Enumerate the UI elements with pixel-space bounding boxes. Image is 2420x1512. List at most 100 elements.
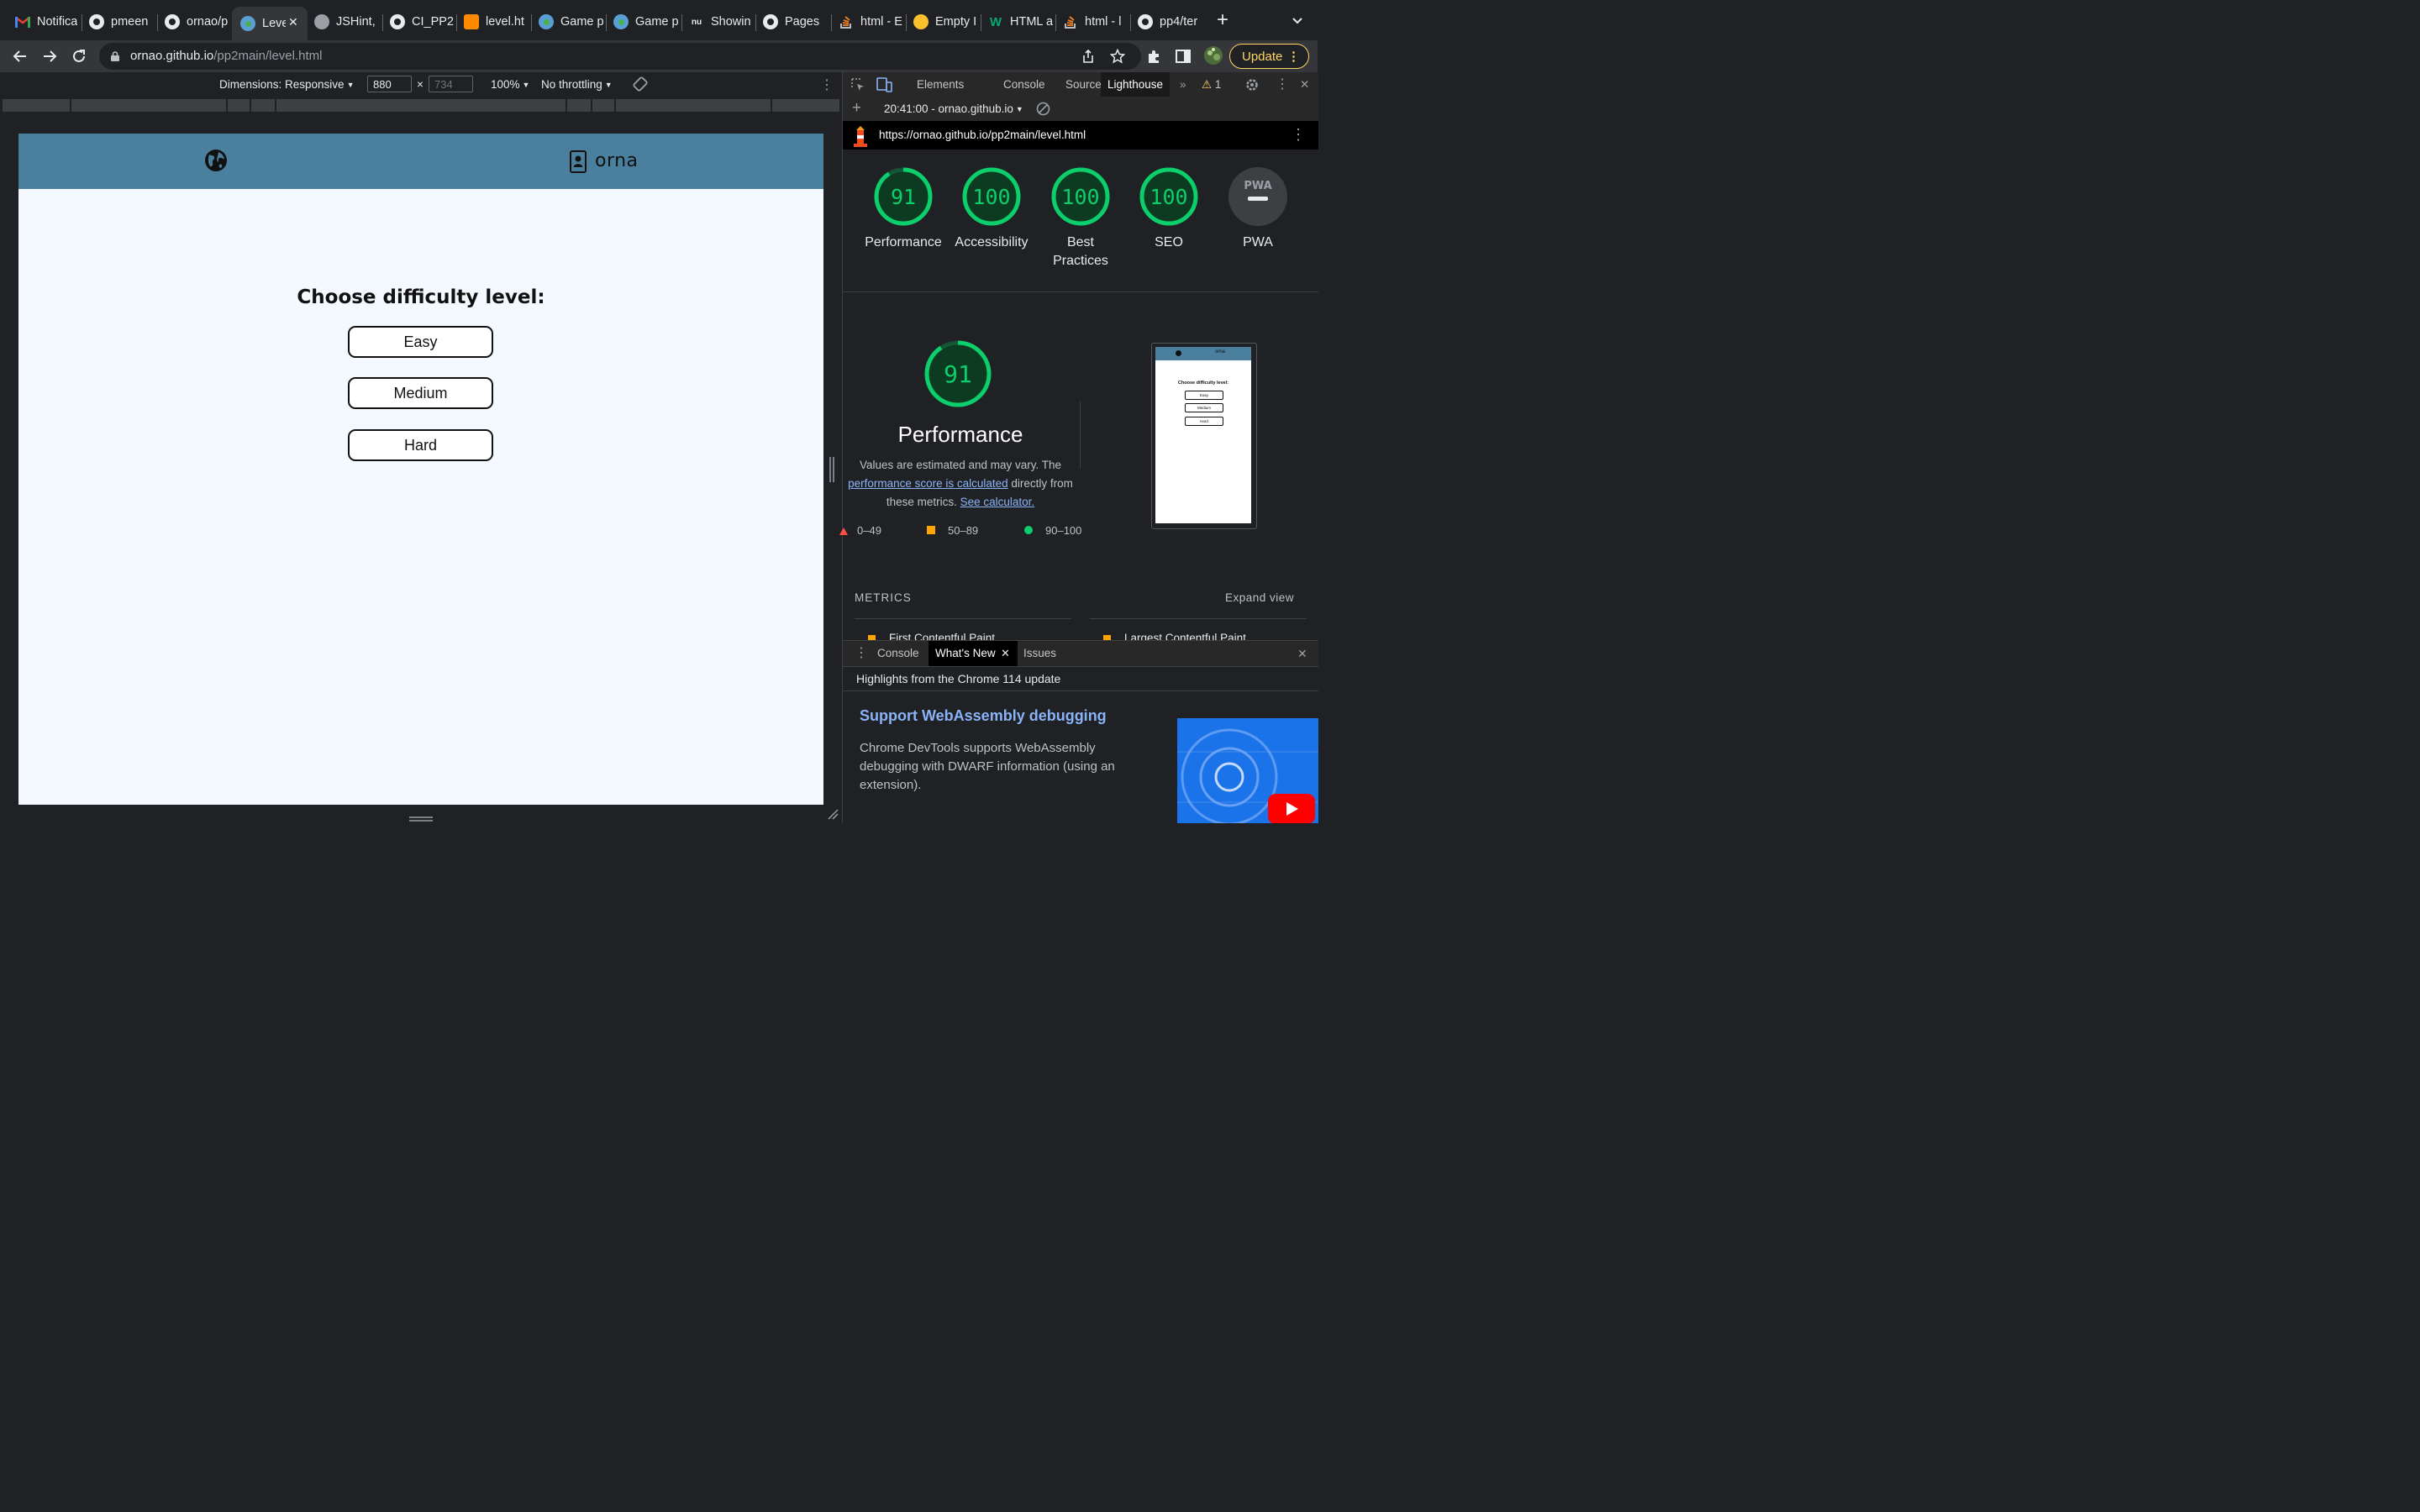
browser-tab[interactable]: Notifica — [0, 6, 81, 38]
drawer-tab-console[interactable]: Console — [871, 641, 926, 666]
score-ring-100: 100 — [962, 167, 1021, 226]
media-query-ruler — [0, 97, 842, 114]
site-brand[interactable]: orna — [595, 150, 639, 171]
close-icon[interactable]: ✕ — [1001, 647, 1010, 660]
site-header: orna — [18, 134, 823, 189]
browser-tab[interactable]: nu Showin — [674, 6, 755, 38]
address-bar[interactable]: ornao.github.io/pp2main/level.html — [99, 43, 1141, 70]
share-icon[interactable] — [1081, 49, 1096, 64]
side-panel-icon[interactable] — [1176, 49, 1191, 64]
dimensions-select[interactable]: Dimensions: Responsive ▼ — [219, 78, 355, 91]
calculator-link[interactable]: See calculator. — [960, 496, 1035, 508]
score-calc-link[interactable]: performance score is calculated — [848, 477, 1008, 490]
tab-elements[interactable]: Elements — [910, 72, 971, 97]
close-icon[interactable]: ✕ — [1297, 647, 1307, 661]
new-tab-button[interactable]: + — [1217, 10, 1228, 30]
more-vert-icon[interactable]: ⋮ — [820, 76, 834, 93]
emoji-icon — [913, 14, 929, 29]
page-screenshot-thumbnail[interactable]: orna Choose difficulty level: Easy Mediu… — [1151, 343, 1257, 529]
browser-tab[interactable]: Pages — [748, 6, 829, 38]
chevron-down-icon[interactable] — [1292, 15, 1303, 27]
score-ring-100: 100 — [1139, 167, 1198, 226]
url-text: ornao.github.io/pp2main/level.html — [130, 49, 323, 63]
add-icon[interactable]: + — [852, 99, 861, 118]
gauge-best-practices[interactable]: 100 Best Practices — [1036, 166, 1125, 270]
youtube-play-icon[interactable] — [1268, 794, 1315, 823]
extensions-icon[interactable] — [1147, 49, 1162, 64]
zoom-select[interactable]: 100% ▼ — [491, 78, 529, 91]
easy-button[interactable]: Easy — [348, 326, 493, 358]
gauge-accessibility[interactable]: 100 Accessibility — [947, 166, 1036, 252]
stackoverflow-icon — [839, 14, 854, 29]
drawer-tabbar: ⋮ Console What's New ✕ Issues ✕ — [843, 640, 1318, 667]
performance-summary: Performance Values are estimated and may… — [843, 417, 1078, 512]
inspect-icon[interactable] — [850, 77, 865, 92]
clear-icon[interactable] — [1036, 102, 1050, 118]
lock-icon[interactable] — [111, 50, 119, 61]
browser-tab[interactable]: html - E — [823, 6, 904, 38]
more-tabs-icon[interactable]: » — [1173, 72, 1193, 97]
gear-icon[interactable] — [1244, 77, 1260, 92]
more-vert-icon[interactable]: ⋮ — [1269, 72, 1296, 97]
warning-badge[interactable]: ⚠ 1 — [1195, 72, 1228, 97]
tab-console[interactable]: Console — [997, 72, 1052, 97]
github-icon — [1138, 14, 1153, 29]
browser-tab[interactable]: Game p — [523, 6, 604, 38]
report-url[interactable]: https://ornao.github.io/pp2main/level.ht… — [879, 129, 1086, 141]
throttling-select[interactable]: No throttling ▼ — [541, 78, 613, 91]
more-vert-icon: ⋮ — [1287, 50, 1300, 64]
page-title: Choose difficulty level: — [297, 286, 545, 308]
gauge-seo[interactable]: 100 SEO — [1124, 166, 1213, 252]
svg-text:100: 100 — [972, 185, 1010, 209]
globe-icon — [314, 14, 329, 29]
medium-button[interactable]: Medium — [348, 377, 493, 409]
rotate-icon[interactable] — [632, 76, 649, 95]
devtools-drawer: ⋮ Console What's New ✕ Issues ✕ Highligh… — [843, 640, 1318, 823]
globe-icon — [539, 14, 554, 29]
drawer-tab-issues[interactable]: Issues — [1017, 641, 1063, 666]
browser-tab[interactable]: W HTML a — [973, 6, 1054, 38]
resize-handle-icon[interactable] — [409, 811, 433, 822]
star-icon[interactable] — [1110, 49, 1125, 64]
back-icon[interactable] — [11, 47, 29, 66]
close-icon[interactable]: ✕ — [1293, 72, 1316, 97]
performance-title: Performance — [897, 422, 1023, 447]
github-icon — [89, 14, 104, 29]
report-select[interactable]: 20:41:00 - ornao.github.io ▼ — [884, 102, 1023, 115]
expand-view-link[interactable]: Expand view — [1225, 591, 1294, 604]
height-input[interactable]: 734 — [429, 76, 473, 92]
reload-icon[interactable] — [70, 47, 88, 66]
close-icon[interactable]: ✕ — [288, 15, 298, 29]
more-vert-icon[interactable]: ⋮ — [1291, 126, 1306, 144]
gmail-icon — [15, 14, 30, 29]
gauge-pwa[interactable]: PWA PWA — [1213, 166, 1302, 252]
news-video-thumbnail[interactable] — [1177, 718, 1318, 823]
browser-tab[interactable]: ornao/p — [150, 6, 230, 38]
resize-corner-icon[interactable] — [827, 808, 839, 820]
globe-icon[interactable] — [204, 149, 228, 172]
browser-tab[interactable]: pp4/ter — [1123, 6, 1203, 38]
contact-card-icon[interactable] — [570, 150, 587, 173]
browser-tab[interactable]: pmeen — [74, 6, 156, 38]
forward-icon[interactable] — [40, 47, 59, 66]
browser-tab[interactable]: Empty I — [898, 6, 979, 38]
tab-lighthouse[interactable]: Lighthouse — [1101, 72, 1171, 97]
hard-button[interactable]: Hard — [348, 429, 493, 461]
news-title-link[interactable]: Support WebAssembly debugging — [860, 707, 1107, 725]
split-handle-icon[interactable] — [829, 457, 835, 482]
width-input[interactable]: 880 — [367, 76, 412, 92]
gauge-performance[interactable]: 91 Performance — [859, 166, 948, 252]
github-icon — [165, 14, 180, 29]
browser-tab[interactable]: JSHint, — [299, 6, 381, 38]
update-button[interactable]: Update ⋮ — [1229, 44, 1309, 69]
browser-tab[interactable]: Game p — [598, 6, 679, 38]
pwa-badge-icon: PWA — [1228, 167, 1287, 226]
browser-tab[interactable]: html - l — [1048, 6, 1128, 38]
browser-tab[interactable]: CI_PP2 — [375, 6, 455, 38]
perf-score-ring: 91 — [923, 339, 992, 412]
github-icon — [390, 14, 405, 29]
profile-avatar[interactable] — [1203, 45, 1223, 66]
browser-tab[interactable]: level.ht — [449, 6, 529, 38]
device-toggle-icon[interactable] — [876, 77, 892, 92]
news-body: Chrome DevTools supports WebAssembly deb… — [860, 741, 1115, 792]
